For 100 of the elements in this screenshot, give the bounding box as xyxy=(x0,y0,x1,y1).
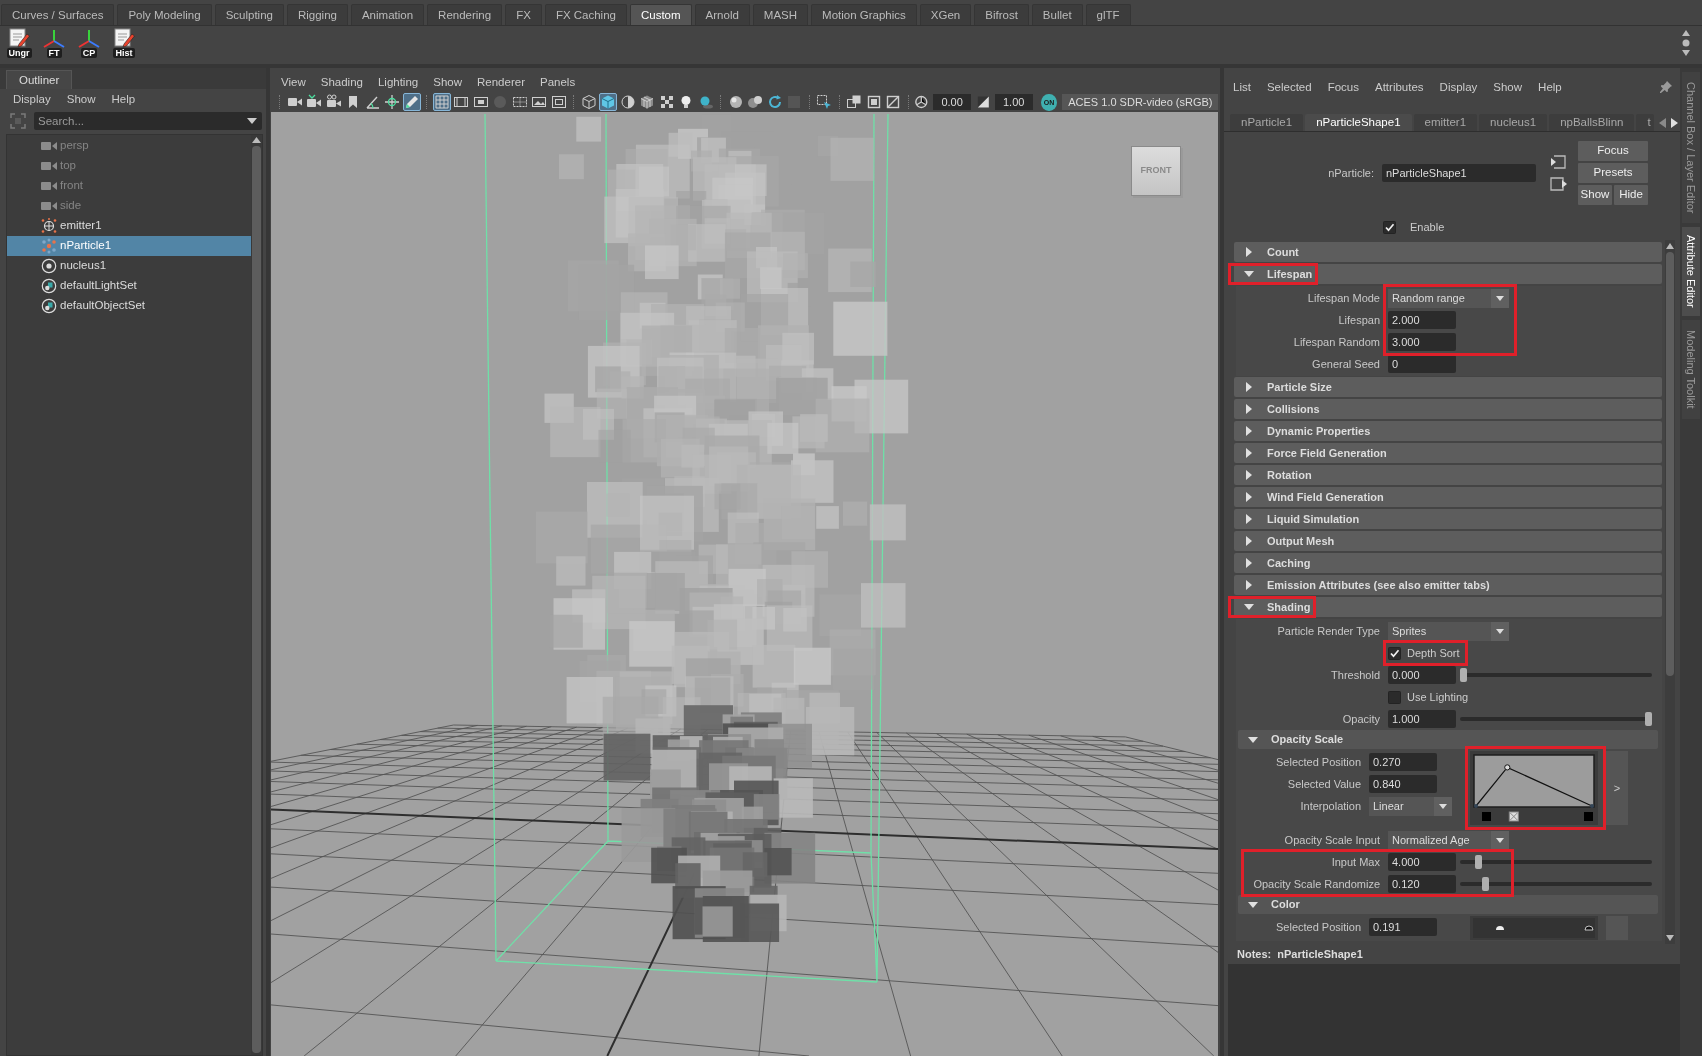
section-header[interactable]: Caching xyxy=(1234,553,1662,573)
scrollbar-thumb[interactable] xyxy=(1666,252,1674,676)
shelf-button[interactable]: Hist xyxy=(109,28,139,60)
number-field[interactable]: 3.000 xyxy=(1388,333,1456,351)
dropdown[interactable]: Sprites xyxy=(1388,621,1509,641)
pin-icon[interactable] xyxy=(1660,81,1672,93)
shelf-tab[interactable]: Sculpting xyxy=(214,4,284,25)
shelf-tab[interactable]: glTF xyxy=(1085,4,1131,25)
number-field[interactable]: 0.191 xyxy=(1369,918,1437,936)
section-header[interactable]: Opacity Scale xyxy=(1238,730,1658,749)
gamma-field[interactable]: 1.00 xyxy=(994,94,1033,110)
caret-right-icon[interactable] xyxy=(1670,118,1678,128)
presets-button[interactable]: Presets xyxy=(1578,163,1648,183)
slider-track[interactable] xyxy=(1460,877,1652,891)
node-tab[interactable]: t xyxy=(1636,114,1654,131)
section-header[interactable]: Particle Size xyxy=(1234,377,1662,397)
shelf-tab[interactable]: MASH xyxy=(752,4,809,25)
slider-thumb[interactable] xyxy=(1460,668,1467,682)
shelf-tab[interactable]: FX Caching xyxy=(544,4,627,25)
section-header[interactable]: Force Field Generation xyxy=(1234,443,1662,463)
shelf-scroll-icon[interactable] xyxy=(1681,28,1691,58)
dropdown[interactable]: Linear xyxy=(1369,796,1452,816)
slider-thumb[interactable] xyxy=(1645,712,1652,726)
shelf-tab[interactable]: Motion Graphics xyxy=(811,4,917,25)
toolbar-button[interactable] xyxy=(579,93,598,111)
menu-item[interactable]: Panels xyxy=(539,75,576,89)
section-header[interactable]: Wind Field Generation xyxy=(1234,487,1662,507)
side-tab[interactable]: Attribute Editor xyxy=(1682,227,1700,317)
menu-item[interactable]: List xyxy=(1233,80,1251,94)
slider-track[interactable] xyxy=(1460,668,1652,682)
toolbar-button[interactable] xyxy=(402,93,421,111)
menu-item[interactable]: Help xyxy=(1538,80,1562,94)
section-header[interactable]: Dynamic Properties xyxy=(1234,421,1662,441)
section-header[interactable]: Color xyxy=(1238,895,1658,914)
number-field[interactable]: 0.840 xyxy=(1369,775,1437,793)
shelf-button[interactable]: FT xyxy=(39,28,69,60)
shelf-tab[interactable]: Arnold xyxy=(694,4,750,25)
menu-item[interactable]: Display xyxy=(13,91,51,106)
shelf-button[interactable]: CP xyxy=(74,28,104,60)
outliner-item[interactable]: nParticle1 xyxy=(7,236,251,256)
section-header[interactable]: Shading xyxy=(1234,597,1662,617)
shelf-tab[interactable]: Bifrost xyxy=(974,4,1029,25)
toolbar-button[interactable] xyxy=(432,93,451,111)
slider-thumb[interactable] xyxy=(1474,855,1482,869)
section-header[interactable]: Lifespan xyxy=(1234,264,1662,284)
menu-item[interactable]: Shading xyxy=(320,75,363,89)
outliner-item[interactable]: side xyxy=(7,196,251,216)
scrollbar[interactable] xyxy=(1665,240,1675,944)
menu-item[interactable]: Renderer xyxy=(477,75,525,89)
shelf-tab[interactable]: Rigging xyxy=(286,4,348,25)
menu-item[interactable]: Focus xyxy=(1327,80,1359,94)
menu-item[interactable]: Attributes xyxy=(1375,80,1424,94)
number-field[interactable]: 0.000 xyxy=(1388,666,1456,684)
shelf-button[interactable]: Ungr xyxy=(4,28,34,60)
color-space-field[interactable]: ACES 1.0 SDR-video (sRGB) xyxy=(1062,94,1218,110)
toolbar-button[interactable] xyxy=(383,93,401,111)
number-field[interactable]: 4.000 xyxy=(1388,853,1456,871)
focus-button[interactable]: Focus xyxy=(1578,141,1648,161)
number-field[interactable]: 2.000 xyxy=(1388,311,1456,329)
menu-item[interactable]: Show xyxy=(1493,80,1523,94)
menu-item[interactable]: Show xyxy=(433,75,462,89)
caret-down-icon[interactable] xyxy=(247,118,257,124)
outliner-item[interactable]: emitter1 xyxy=(7,216,251,236)
checkbox[interactable] xyxy=(1383,220,1396,234)
number-field[interactable]: 1.000 xyxy=(1388,710,1456,728)
shelf-tab[interactable]: XGen xyxy=(919,4,972,25)
section-header[interactable]: Rotation xyxy=(1234,465,1662,485)
shelf-tab[interactable]: Custom xyxy=(629,4,692,25)
scrollbar-thumb[interactable] xyxy=(252,146,261,1053)
menu-item[interactable]: View xyxy=(281,75,306,89)
exposure-field[interactable]: 0.00 xyxy=(933,94,972,110)
node-tab[interactable]: npBallsBlinn xyxy=(1549,114,1635,131)
slider-thumb[interactable] xyxy=(1482,877,1490,891)
number-field[interactable]: 0.120 xyxy=(1388,875,1456,893)
node-name-field[interactable]: nParticleShape1 xyxy=(1382,164,1536,182)
slider-track[interactable] xyxy=(1460,855,1652,869)
scrollbar[interactable] xyxy=(251,135,262,1055)
shelf-tab[interactable]: Curves / Surfaces xyxy=(1,4,115,25)
dropdown[interactable]: Random range xyxy=(1388,288,1509,308)
shelf-tab[interactable]: Rendering xyxy=(427,4,503,25)
outliner-item[interactable]: defaultLightSet xyxy=(7,276,251,296)
toolbar-button[interactable] xyxy=(549,93,568,111)
toolbar-button[interactable] xyxy=(845,93,863,111)
toolbar-button[interactable] xyxy=(618,93,637,111)
toolbar-button[interactable] xyxy=(746,93,764,111)
toolbar-button[interactable] xyxy=(884,93,902,111)
number-field[interactable]: 0.270 xyxy=(1369,753,1437,771)
aperture-icon[interactable] xyxy=(914,94,929,110)
toolbar-button[interactable] xyxy=(638,93,656,111)
menu-item[interactable]: Show xyxy=(66,91,96,106)
shelf-tab[interactable]: Animation xyxy=(350,4,425,25)
checkbox[interactable] xyxy=(1388,690,1401,704)
dropdown[interactable]: Normalized Age xyxy=(1388,830,1509,850)
menu-item[interactable]: Selected xyxy=(1266,80,1312,94)
section-header[interactable]: Emission Attributes (see also emitter tabs) xyxy=(1234,575,1662,595)
menu-item[interactable]: Help xyxy=(111,91,136,106)
menu-item[interactable]: Display xyxy=(1439,80,1478,94)
search-field[interactable]: Search... xyxy=(34,112,262,130)
slider-track[interactable] xyxy=(1460,712,1652,726)
panel-tab[interactable]: Outliner xyxy=(6,70,73,89)
